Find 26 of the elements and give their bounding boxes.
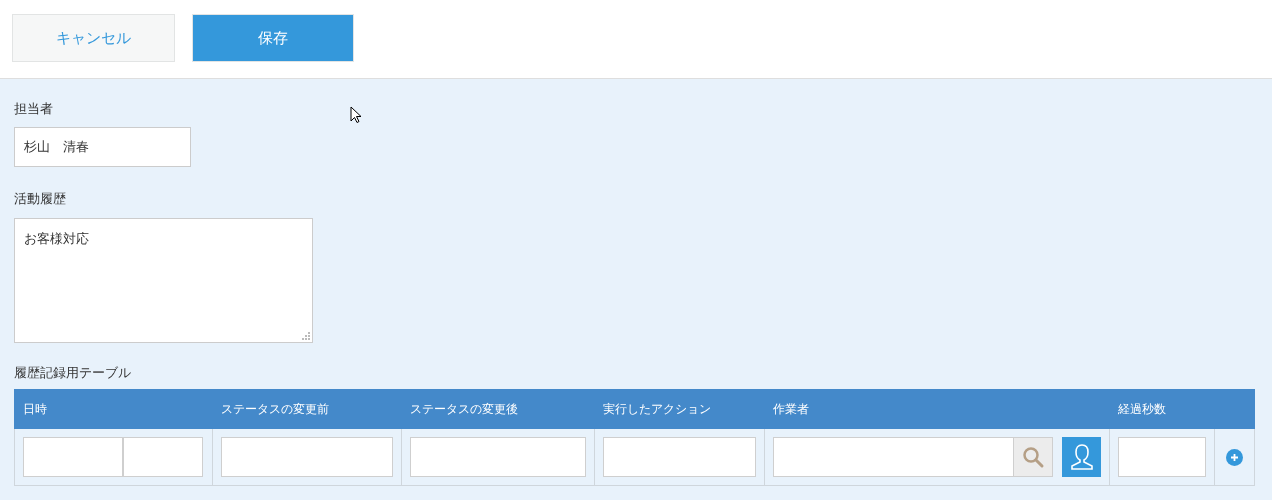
column-header: 作業者 xyxy=(772,401,810,418)
mouse-cursor-icon xyxy=(350,106,362,124)
field-label: 担当者 xyxy=(14,100,53,118)
input-field[interactable] xyxy=(221,437,393,477)
add-row-button[interactable] xyxy=(1226,448,1243,466)
input-field[interactable] xyxy=(23,437,123,477)
user-select-button[interactable] xyxy=(1062,437,1101,477)
plus-icon xyxy=(1230,452,1239,462)
column-header: ステータスの変更後 xyxy=(409,401,519,418)
input-field[interactable] xyxy=(773,437,1014,477)
person-icon xyxy=(1068,443,1095,471)
input-field[interactable] xyxy=(1118,437,1206,477)
search-button[interactable] xyxy=(1014,437,1053,477)
input-field[interactable] xyxy=(603,437,756,477)
column-header: 日時 xyxy=(22,401,48,418)
assignee-field[interactable]: 杉山 清春 xyxy=(14,127,191,167)
input-field[interactable] xyxy=(410,437,586,477)
history-textarea[interactable]: お客様対応 xyxy=(14,218,313,343)
column-header: 実行したアクション xyxy=(602,401,712,418)
resize-grip-icon xyxy=(301,331,310,340)
input-field[interactable] xyxy=(123,437,203,477)
table-title: 履歴記録用テーブル xyxy=(14,364,131,382)
search-icon xyxy=(1021,445,1045,469)
column-header: 経過秒数 xyxy=(1117,401,1167,418)
column-header: ステータスの変更前 xyxy=(220,401,330,418)
field-label: 活動履歴 xyxy=(14,190,66,208)
